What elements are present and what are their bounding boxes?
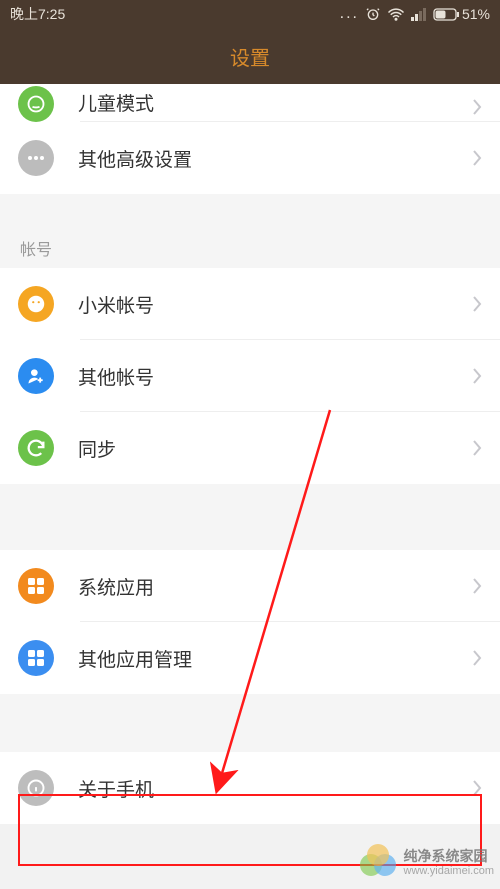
chevron-right-icon: [472, 149, 482, 167]
chevron-right-icon: [472, 577, 482, 595]
battery-icon: [433, 8, 459, 21]
chevron-right-icon: [472, 779, 482, 797]
watermark: 纯净系统家园 www.yidaimei.com: [358, 843, 494, 883]
row-label: 同步: [78, 435, 472, 462]
chevron-right-icon: [472, 649, 482, 667]
advanced-settings-icon: [18, 140, 54, 176]
status-more-icon: ...: [340, 5, 359, 23]
row-label: 其他帐号: [78, 363, 472, 390]
row-other-apps[interactable]: 其他应用管理: [0, 622, 500, 694]
page-title: 设置: [230, 42, 270, 71]
row-advanced-settings[interactable]: 其他高级设置: [0, 122, 500, 194]
row-about-phone[interactable]: 关于手机: [0, 752, 500, 824]
row-child-mode[interactable]: 儿童模式: [0, 84, 500, 122]
child-mode-icon: [18, 86, 54, 122]
chevron-right-icon: [472, 98, 482, 116]
watermark-title: 纯净系统家园: [404, 849, 494, 864]
alarm-icon: [365, 6, 381, 22]
sync-icon: [18, 430, 54, 466]
settings-list: 儿童模式 其他高级设置 帐号 小米帐号 其他帐号 同步: [0, 84, 500, 824]
chevron-right-icon: [472, 439, 482, 457]
row-label: 系统应用: [78, 573, 472, 600]
row-system-apps[interactable]: 系统应用: [0, 550, 500, 622]
chevron-right-icon: [472, 367, 482, 385]
row-label: 其他高级设置: [78, 145, 472, 172]
row-label: 儿童模式: [78, 89, 472, 116]
watermark-url: www.yidaimei.com: [404, 865, 494, 877]
wifi-icon: [387, 7, 405, 21]
chevron-right-icon: [472, 295, 482, 313]
row-mi-account[interactable]: 小米帐号: [0, 268, 500, 340]
row-label: 小米帐号: [78, 291, 472, 318]
other-apps-icon: [18, 640, 54, 676]
row-label: 关于手机: [78, 775, 472, 802]
watermark-logo-icon: [358, 843, 398, 883]
app-header: 设置: [0, 28, 500, 84]
mi-account-icon: [18, 286, 54, 322]
status-time: 晚上7:25: [10, 4, 65, 24]
other-accounts-icon: [18, 358, 54, 394]
row-label: 其他应用管理: [78, 645, 472, 672]
about-phone-icon: [18, 770, 54, 806]
row-other-accounts[interactable]: 其他帐号: [0, 340, 500, 412]
status-bar: 晚上7:25 ... 51%: [0, 0, 500, 28]
battery-percent: 51%: [462, 6, 490, 22]
signal-icon: [411, 7, 427, 21]
section-header-accounts: 帐号: [0, 224, 500, 268]
system-apps-icon: [18, 568, 54, 604]
row-sync[interactable]: 同步: [0, 412, 500, 484]
